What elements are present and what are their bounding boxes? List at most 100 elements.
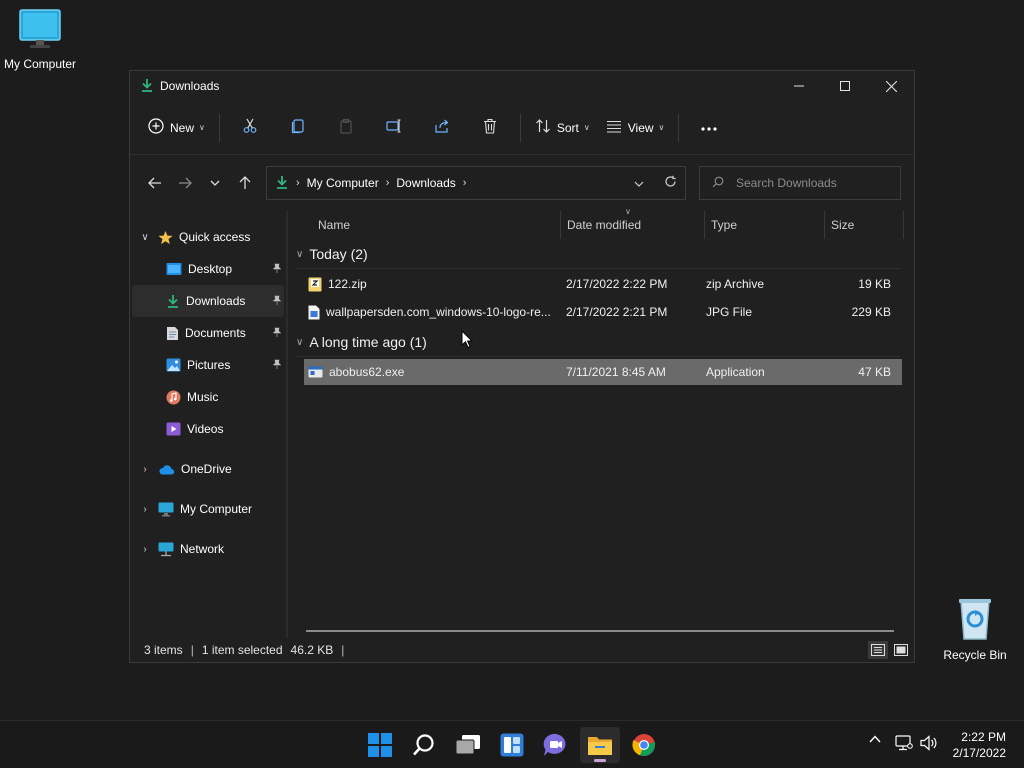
column-header-date[interactable]: ∨ Date modified [560, 207, 704, 239]
status-separator: | [341, 643, 345, 657]
file-row[interactable]: wallpapersden.com_windows-10-logo-re... … [304, 299, 902, 325]
onedrive-icon [158, 464, 175, 475]
large-icons-view-button[interactable] [891, 641, 911, 659]
sort-button[interactable]: Sort ∨ [527, 112, 598, 144]
view-button[interactable]: View ∨ [598, 112, 673, 144]
sidebar-item-desktop[interactable]: Desktop [132, 253, 284, 285]
chevron-right-icon[interactable]: › [132, 544, 158, 555]
file-date: 2/17/2022 2:21 PM [566, 305, 668, 319]
chrome-button[interactable] [624, 727, 664, 763]
delete-button[interactable] [466, 112, 514, 144]
details-view-button[interactable] [868, 641, 888, 659]
network-icon [158, 542, 174, 557]
arrow-right-icon [179, 177, 192, 189]
group-header-long-time-ago[interactable]: ∨ A long time ago (1) [288, 327, 914, 357]
chevron-right-icon[interactable]: › [132, 464, 158, 475]
search-input[interactable]: Search Downloads [699, 166, 901, 200]
file-explorer-taskbar-button[interactable] [580, 727, 620, 763]
exe-file-icon [308, 366, 323, 378]
rename-button[interactable] [370, 112, 418, 144]
sidebar-item-pictures[interactable]: Pictures [132, 349, 284, 381]
sidebar-item-my-computer[interactable]: › My Computer [132, 493, 284, 525]
maximize-button[interactable] [822, 71, 868, 101]
sort-icon [535, 118, 551, 137]
forward-button[interactable] [170, 168, 200, 198]
file-row[interactable]: abobus62.exe 7/11/2021 8:45 AM Applicati… [304, 359, 902, 385]
refresh-button[interactable] [664, 175, 677, 191]
network-status-button[interactable] [895, 735, 913, 751]
copy-icon [290, 118, 306, 137]
chevron-right-icon[interactable]: › [132, 504, 158, 515]
column-header-type[interactable]: Type [704, 211, 824, 239]
clipboard-icon [338, 118, 354, 137]
cut-button[interactable] [226, 112, 274, 144]
monitor-icon [0, 8, 80, 53]
speaker-icon [920, 735, 937, 751]
chat-button[interactable] [536, 727, 576, 763]
network-wired-icon [895, 735, 913, 751]
group-header-today[interactable]: ∨ Today (2) [288, 239, 914, 269]
status-selection: 1 item selected [201, 643, 283, 657]
sidebar-item-onedrive[interactable]: › OneDrive [132, 453, 284, 485]
chevron-down-icon[interactable]: ∨ [296, 249, 303, 260]
start-button[interactable] [360, 727, 400, 763]
desktop-recycle-bin-icon[interactable]: Recycle Bin [935, 597, 1015, 662]
desktop-my-computer-icon[interactable]: My Computer [0, 8, 80, 71]
breadcrumb-downloads[interactable]: Downloads [396, 176, 455, 190]
arrow-left-icon [148, 177, 161, 189]
file-type: zip Archive [706, 277, 765, 291]
breadcrumb-my-computer[interactable]: My Computer [307, 176, 379, 190]
up-button[interactable] [230, 168, 260, 198]
column-header-name[interactable]: Name [318, 211, 560, 239]
plus-circle-icon [148, 118, 164, 137]
toolbar-separator [678, 113, 680, 142]
more-options-button[interactable] [685, 112, 733, 144]
widgets-button[interactable] [492, 727, 532, 763]
sidebar-item-quick-access[interactable]: ∨ Quick access [132, 221, 284, 253]
downloads-icon [166, 294, 180, 308]
taskbar: 2:22 PM 2/17/2022 [0, 720, 1024, 768]
task-view-button[interactable] [448, 727, 488, 763]
sidebar-item-label: Downloads [186, 294, 246, 308]
volume-button[interactable] [920, 735, 938, 751]
show-hidden-icons-button[interactable] [869, 735, 881, 743]
sidebar-item-documents[interactable]: Documents [132, 317, 284, 349]
taskbar-search-button[interactable] [404, 727, 444, 763]
star-icon [158, 230, 173, 245]
sidebar-item-label: Videos [187, 422, 224, 436]
column-header-size[interactable]: Size [824, 211, 904, 239]
address-bar[interactable]: › My Computer › Downloads › [266, 166, 686, 200]
sidebar-item-downloads[interactable]: Downloads [132, 285, 284, 317]
close-button[interactable] [868, 71, 914, 101]
status-separator: | [190, 643, 194, 657]
window-title: Downloads [160, 79, 220, 93]
widgets-icon [500, 733, 524, 757]
file-explorer-window: Downloads New ∨ Sort ∨ View ∨ › My Compu… [129, 70, 915, 663]
title-bar[interactable]: Downloads [130, 71, 914, 101]
refresh-icon [665, 175, 676, 187]
share-button[interactable] [418, 112, 466, 144]
chevron-down-icon: ∨ [658, 123, 665, 132]
address-history-dropdown[interactable] [634, 176, 644, 190]
breadcrumb-chevron-icon: › [462, 177, 467, 189]
chevron-down-icon[interactable]: ∨ [132, 232, 158, 243]
copy-button[interactable] [274, 112, 322, 144]
chevron-down-icon[interactable]: ∨ [296, 337, 303, 348]
back-button[interactable] [140, 168, 170, 198]
sidebar-item-videos[interactable]: Videos [132, 413, 284, 445]
horizontal-scrollbar[interactable] [306, 630, 894, 632]
new-button[interactable]: New ∨ [140, 112, 213, 144]
sidebar-item-network[interactable]: › Network [132, 533, 284, 565]
ellipsis-icon [700, 121, 718, 135]
chevron-down-icon [634, 181, 644, 187]
chevron-down-icon [210, 180, 220, 186]
file-row[interactable]: 122.zip 2/17/2022 2:22 PM zip Archive 19… [304, 271, 902, 297]
recent-locations-button[interactable] [200, 168, 230, 198]
paste-button[interactable] [322, 112, 370, 144]
pin-icon [272, 295, 282, 308]
column-header-label: Date modified [567, 218, 642, 232]
taskbar-clock[interactable]: 2:22 PM 2/17/2022 [953, 729, 1006, 761]
sidebar-item-music[interactable]: Music [132, 381, 284, 413]
file-name: abobus62.exe [329, 365, 405, 379]
minimize-button[interactable] [776, 71, 822, 101]
